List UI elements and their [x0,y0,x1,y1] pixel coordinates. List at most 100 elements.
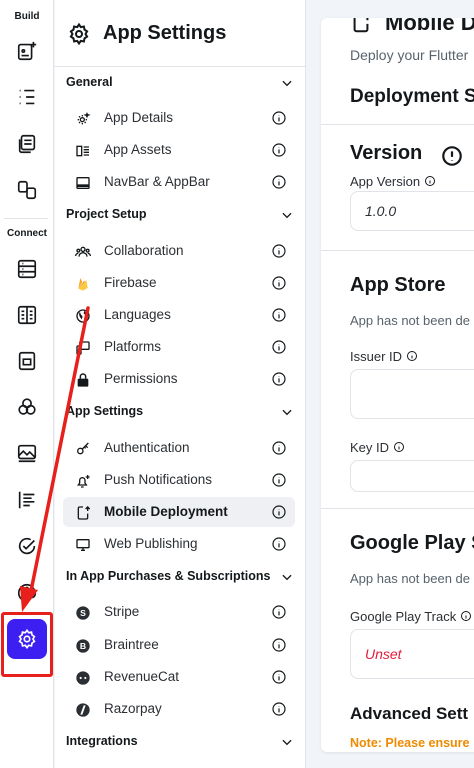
sidebar-item-push-notifications[interactable]: Push Notifications [63,465,295,495]
issuer-id-input[interactable] [350,369,474,419]
sidebar-item-permissions[interactable]: Permissions [63,364,295,394]
bell-plus-icon [74,472,91,489]
info-icon[interactable] [271,307,287,323]
section-app-settings[interactable]: App Settings [55,399,306,425]
advanced-settings-title: Advanced Sett [350,704,469,723]
sidebar-item-firebase[interactable]: Firebase [63,268,295,298]
palette-icon[interactable] [14,580,40,606]
sidebar-item-label: Braintree [104,637,159,652]
braintree-icon: B [74,637,91,654]
google-play-track-select[interactable]: Unset [350,629,474,679]
media-assets-icon[interactable] [14,348,40,374]
custom-code-icon[interactable] [14,487,40,513]
sidebar-item-label: Mobile Deployment [104,504,228,519]
image-assets-icon[interactable] [14,440,40,466]
sidebar-item-app-assets[interactable]: App Assets [63,135,295,165]
info-icon[interactable] [271,243,287,259]
section-integrations[interactable]: Integrations [55,729,306,755]
sidebar-item-authentication[interactable]: Authentication [63,433,295,463]
info-icon[interactable] [393,441,405,453]
panel-header: App Settings [55,0,306,67]
alert-circle-icon[interactable] [441,145,463,167]
globe-icon [74,307,91,324]
rail-connect-label: Connect [7,228,47,239]
info-icon[interactable] [271,472,287,488]
deployment-card: Mobile D Deploy your Flutter Deployment … [321,18,474,752]
chevron-down-icon [282,409,292,416]
database-icon[interactable] [14,256,40,282]
devices-icon [74,339,91,356]
info-icon[interactable] [271,440,287,456]
advanced-note: Note: Please ensure [350,736,470,750]
main-page-title: Mobile D [385,18,474,35]
sidebar-item-razorpay[interactable]: Razorpay [63,694,295,724]
google-play-track-value: Unset [365,646,402,662]
app-version-input[interactable]: 1.0.0 [350,191,474,231]
section-in-app-purchases[interactable]: In App Purchases & Subscriptions [55,564,306,590]
info-icon[interactable] [271,637,287,653]
app-version-label: App Version [350,174,436,189]
api-calls-icon[interactable] [14,302,40,328]
info-icon[interactable] [460,610,472,622]
theme-icon[interactable] [14,394,40,420]
stripe-icon: S [74,604,91,621]
rail-divider [4,218,48,219]
section-general[interactable]: General [55,70,306,96]
info-icon[interactable] [271,504,287,520]
sidebar-item-languages[interactable]: Languages [63,300,295,330]
section-project-setup[interactable]: Project Setup [55,202,306,228]
sidebar-item-revenuecat[interactable]: RevenueCat [63,662,295,692]
info-icon[interactable] [271,174,287,190]
svg-text:B: B [79,641,85,651]
add-page-icon[interactable] [14,38,40,64]
sidebar-item-label: Push Notifications [104,472,213,487]
issuer-id-label-text: Issuer ID [350,349,403,364]
info-icon[interactable] [271,339,287,355]
sidebar-item-label: Web Publishing [104,536,198,551]
info-icon[interactable] [271,142,287,158]
monitor-icon [74,536,91,553]
google-play-title: Google Play S [350,532,474,554]
sidebar-item-mobile-deployment[interactable]: Mobile Deployment [63,497,295,527]
info-icon[interactable] [271,701,287,717]
chevron-down-icon [282,212,292,219]
lock-icon [74,371,91,388]
sidebar-item-navbar-appbar[interactable]: NavBar & AppBar [63,167,295,197]
info-icon[interactable] [271,110,287,126]
sidebar-item-stripe[interactable]: S Stripe [63,597,295,627]
sidebar-item-platforms[interactable]: Platforms [63,332,295,362]
info-icon[interactable] [424,175,436,187]
sidebar-item-label: Permissions [104,371,178,386]
sidebar-item-label: NavBar & AppBar [104,174,210,189]
widget-tree-icon[interactable] [14,84,40,110]
sidebar-item-collaboration[interactable]: Collaboration [63,236,295,266]
sidebar-item-label: App Assets [104,142,172,157]
key-id-input[interactable] [350,460,474,492]
info-icon[interactable] [271,536,287,552]
storyboard-icon[interactable] [14,131,40,157]
sidebar-item-label: Firebase [104,275,157,290]
issuer-id-label: Issuer ID [350,349,418,364]
info-icon[interactable] [271,604,287,620]
info-icon[interactable] [271,275,287,291]
sidebar-item-web-publishing[interactable]: Web Publishing [63,529,295,559]
chevron-down-icon [282,739,292,746]
key-icon [74,440,91,457]
info-icon[interactable] [406,350,418,362]
google-play-status: App has not been de [350,571,470,586]
cloud-functions-icon[interactable] [14,533,40,559]
sidebar-item-braintree[interactable]: B Braintree [63,630,295,660]
sidebar-item-app-details[interactable]: App Details [63,103,295,133]
sidebar-item-label: Collaboration [104,243,184,258]
highlight-box [1,612,53,677]
section-title: App Settings [66,404,144,418]
sidebar-item-label: RevenueCat [104,669,180,684]
info-icon[interactable] [271,669,287,685]
sidebar-item-label: Languages [104,307,171,322]
app-store-status: App has not been de [350,313,470,328]
gear-icon [69,22,89,46]
info-icon[interactable] [271,371,287,387]
components-icon[interactable] [14,177,40,203]
divider [321,508,474,509]
app-version-value: 1.0.0 [365,203,397,219]
